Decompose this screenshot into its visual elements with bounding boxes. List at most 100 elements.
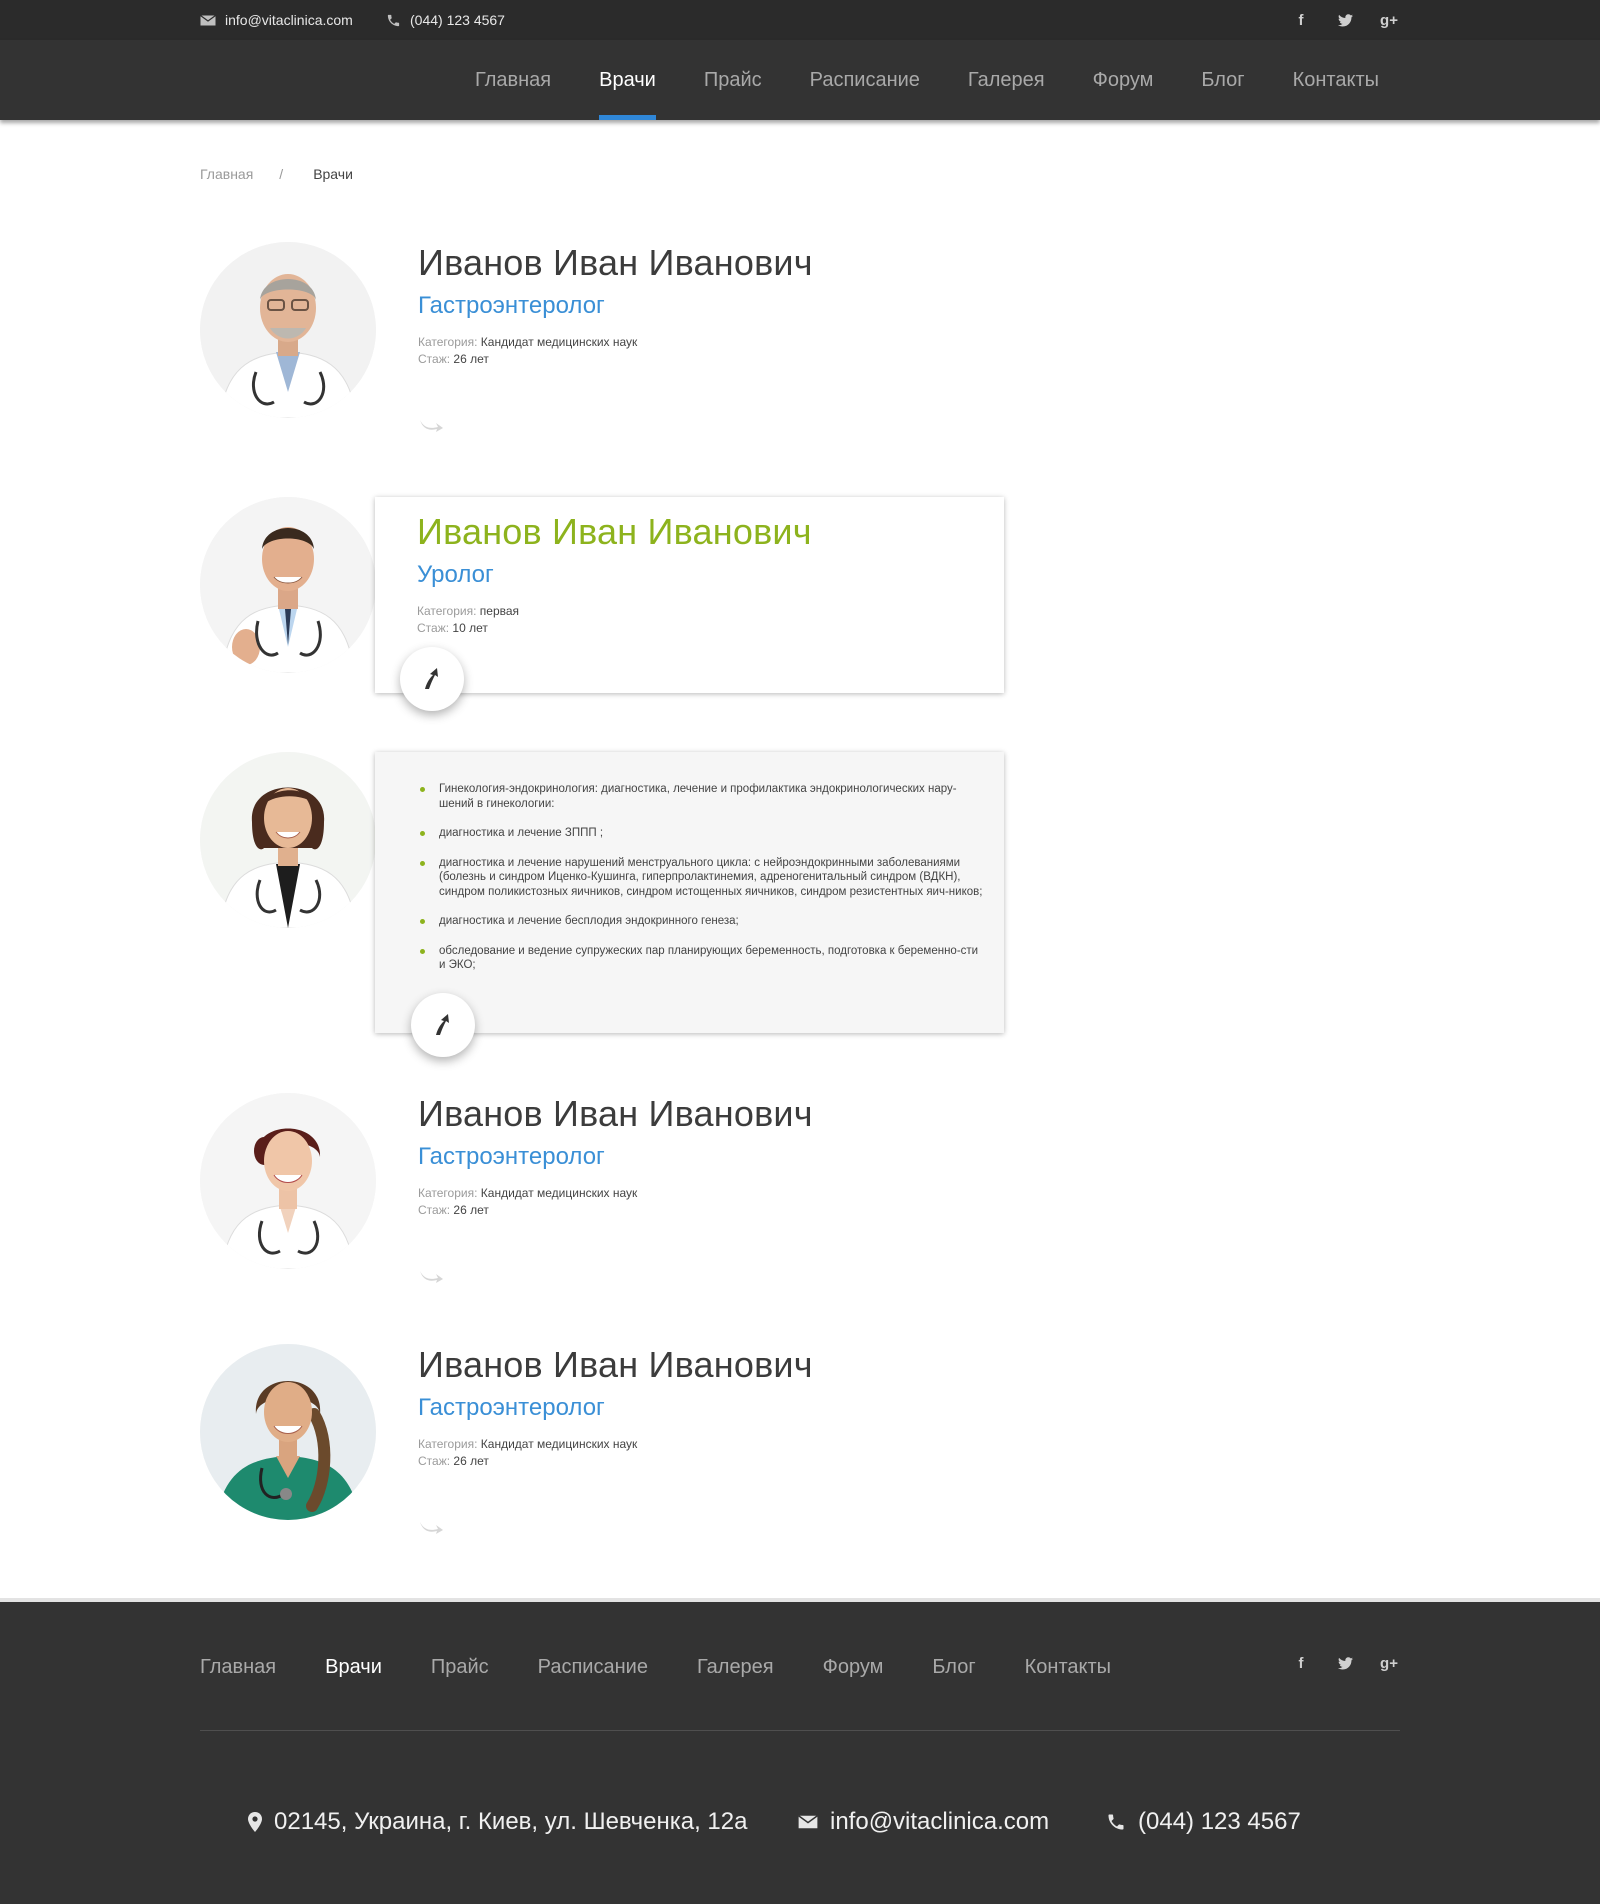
footer-nav-forum[interactable]: Форум [823,1656,884,1679]
nav-item-gallery[interactable]: Галерея [944,40,1069,120]
footer-nav-home[interactable]: Главная [200,1656,276,1679]
nav-item-schedule[interactable]: Расписание [786,40,944,120]
experience-value: 26 лет [453,352,489,366]
twitter-icon[interactable] [1334,9,1356,31]
google-plus-icon[interactable]: g+ [1378,1652,1400,1674]
experience-label: Стаж: [418,1454,451,1468]
doctor-services-list: Гинекология-эндокринология: диагностика,… [375,752,1004,973]
twitter-icon[interactable] [1334,1652,1356,1674]
service-item: обследование и ведение супружеских пар п… [417,944,986,973]
phone-icon [387,14,400,26]
doctor-specialty: Уролог [417,561,494,588]
footer-address-text: 02145, Украина, г. Киев, ул. Шевченка, 1… [274,1808,748,1835]
footer-nav-blog[interactable]: Блог [932,1656,975,1679]
category-label: Категория: [417,604,477,618]
doctor-info: Иванов Иван Иванович Гастроэнтеролог Кат… [418,1344,813,1470]
main-nav-list: Главная Врачи Прайс Расписание Галерея Ф… [451,40,1403,120]
doctor-info: Иванов Иван Иванович Гастроэнтеролог Кат… [418,242,813,368]
nav-item-forum[interactable]: Форум [1069,40,1178,120]
doctor-meta: Категория: Кандидат медицинских наук Ста… [418,1436,813,1470]
doctor-name[interactable]: Иванов Иван Иванович [418,242,813,284]
service-item: диагностика и лечение ЗППП ; [417,826,986,841]
doctor-info: Иванов Иван Иванович Гастроэнтеролог Кат… [418,1093,813,1219]
footer-divider [200,1730,1400,1731]
top-bar: info@vitaclinica.com (044) 123 4567 f g+ [0,0,1600,40]
collapse-button[interactable] [411,993,475,1057]
expand-button[interactable] [400,647,464,711]
envelope-icon [200,14,216,25]
category-label: Категория: [418,335,478,349]
service-item: диагностика и лечение нарушений менструа… [417,856,986,900]
footer-nav-doctors[interactable]: Врачи [325,1656,382,1679]
doctor-name[interactable]: Иванов Иван Иванович [417,511,1004,553]
phone-icon [1108,1814,1124,1830]
doctor-specialty: Гастроэнтеролог [418,292,605,319]
topbar-phone-text: (044) 123 4567 [410,12,505,28]
footer-nav: Главная Врачи Прайс Расписание Галерея Ф… [200,1656,1160,1679]
breadcrumb-current: Врачи [313,166,353,182]
category-value: Кандидат медицинских наук [480,1437,638,1451]
facebook-icon[interactable]: f [1290,1652,1312,1674]
footer-nav-contacts[interactable]: Контакты [1025,1656,1111,1679]
google-plus-icon[interactable]: g+ [1378,9,1400,31]
footer: Главная Врачи Прайс Расписание Галерея Ф… [0,1598,1600,1904]
category-label: Категория: [418,1437,478,1451]
nav-item-contacts[interactable]: Контакты [1269,40,1403,120]
nav-item-home[interactable]: Главная [451,40,575,120]
expand-arrow-icon[interactable] [418,418,444,434]
map-pin-icon [248,1812,262,1832]
expand-arrow-icon[interactable] [418,1520,444,1536]
nav-item-price[interactable]: Прайс [680,40,786,120]
doctor-meta: Категория: Кандидат медицинских наук Ста… [418,1185,813,1219]
envelope-icon [798,1815,818,1829]
facebook-icon[interactable]: f [1290,9,1312,31]
topbar-phone[interactable]: (044) 123 4567 [386,0,505,40]
doctor-photo[interactable] [200,1093,376,1269]
nav-item-doctors[interactable]: Врачи [575,40,680,120]
doctor-card-hover-panel[interactable]: Иванов Иван Иванович Уролог Категория: п… [375,497,1004,693]
footer-email-text: info@vitaclinica.com [830,1808,1050,1835]
footer-address: 02145, Украина, г. Киев, ул. Шевченка, 1… [248,1808,747,1836]
footer-social: f g+ [1290,1652,1400,1674]
arrow-up-icon [436,1014,449,1035]
topbar-social: f g+ [1290,0,1400,40]
experience-label: Стаж: [417,621,450,635]
topbar-email-text: info@vitaclinica.com [225,12,353,28]
experience-label: Стаж: [418,352,451,366]
footer-nav-price[interactable]: Прайс [431,1656,489,1679]
doctor-name[interactable]: Иванов Иван Иванович [418,1093,813,1135]
experience-value: 26 лет [453,1454,489,1468]
breadcrumb: Главная / Врачи [200,166,353,182]
footer-email[interactable]: info@vitaclinica.com [798,1808,1049,1836]
experience-value: 10 лет [452,621,488,635]
footer-phone[interactable]: (044) 123 4567 [1106,1808,1301,1836]
service-item: Гинекология-эндокринология: диагностика,… [417,782,986,811]
doctor-photo[interactable] [200,242,376,418]
breadcrumb-separator: / [279,166,284,182]
footer-nav-gallery[interactable]: Галерея [697,1656,774,1679]
experience-label: Стаж: [418,1203,451,1217]
doctor-details-panel: Гинекология-эндокринология: диагностика,… [375,752,1004,1033]
doctor-meta: Категория: первая Стаж: 10 лет [417,603,1004,637]
category-value: Кандидат медицинских наук [480,1186,638,1200]
doctor-photo[interactable] [200,1344,376,1520]
category-label: Категория: [418,1186,478,1200]
category-value: первая [479,604,520,618]
footer-phone-text: (044) 123 4567 [1138,1808,1301,1835]
service-item: диагностика и лечение бесплодия эндокрин… [417,914,986,929]
doctor-name[interactable]: Иванов Иван Иванович [418,1344,813,1386]
breadcrumb-home-link[interactable]: Главная [200,166,253,182]
doctor-photo[interactable] [200,497,376,673]
doctor-specialty: Гастроэнтеролог [418,1394,605,1421]
doctor-meta: Категория: Кандидат медицинских наук Ста… [418,334,813,368]
footer-nav-schedule[interactable]: Расписание [538,1656,648,1679]
main-nav: Главная Врачи Прайс Расписание Галерея Ф… [0,40,1600,120]
doctor-photo[interactable] [200,752,376,928]
doctor-specialty: Гастроэнтеролог [418,1143,605,1170]
arrow-up-icon [425,668,438,689]
nav-item-blog[interactable]: Блог [1177,40,1268,120]
topbar-email[interactable]: info@vitaclinica.com [200,0,353,40]
category-value: Кандидат медицинских наук [480,335,638,349]
experience-value: 26 лет [453,1203,489,1217]
expand-arrow-icon[interactable] [418,1269,444,1285]
